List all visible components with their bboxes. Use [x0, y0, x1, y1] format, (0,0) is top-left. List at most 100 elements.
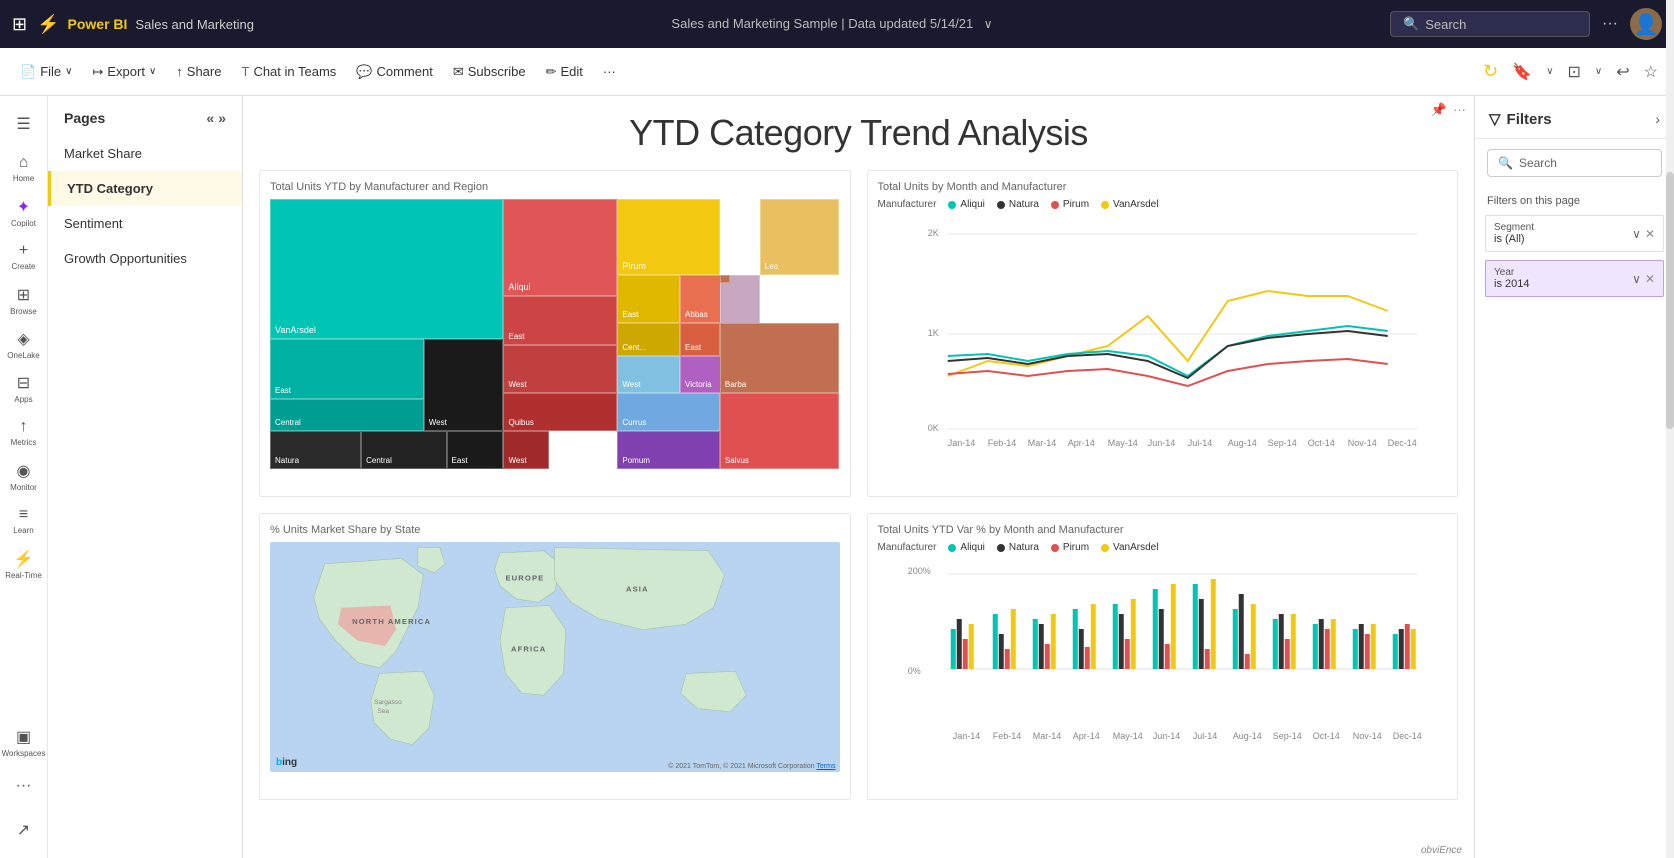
apps-grid-icon[interactable]: ⊞: [12, 14, 27, 35]
tm-natura-main[interactable]: Natura: [270, 431, 361, 469]
collapse-left-icon[interactable]: «: [206, 110, 214, 126]
sidebar-item-apps[interactable]: ⊟ Apps: [4, 368, 44, 408]
tm-quibus-west[interactable]: West: [503, 431, 549, 469]
tm-leo[interactable]: Leo: [760, 199, 840, 275]
sidebar-item-workspaces[interactable]: ▣ Workspaces: [4, 722, 44, 762]
tm-pirum-main[interactable]: Pirum: [617, 199, 720, 275]
canvas-more-icon[interactable]: ···: [1453, 102, 1466, 118]
sidebar-item-onelake[interactable]: ◈ OneLake: [4, 324, 44, 364]
favorite-icon[interactable]: ☆: [1640, 58, 1662, 86]
tm-quibus[interactable]: Quibus: [503, 393, 617, 431]
subscribe-label: Subscribe: [468, 64, 526, 79]
filters-expand-icon[interactable]: ›: [1655, 111, 1660, 127]
chat-teams-button[interactable]: T Chat in Teams: [233, 60, 344, 83]
tm-aliqui-main[interactable]: Aliqui: [503, 199, 617, 296]
filter-year-clear[interactable]: ✕: [1645, 272, 1655, 286]
tm-salvus[interactable]: Salvus: [720, 393, 840, 469]
sidebar-item-monitor[interactable]: ◉ Monitor: [4, 456, 44, 496]
sidebar-item-menu[interactable]: ☰: [4, 104, 44, 144]
tm-pomum[interactable]: Pomum: [617, 431, 720, 469]
tm-currus[interactable]: Currus: [617, 393, 720, 431]
comment-label: Comment: [376, 64, 432, 79]
comment-button[interactable]: 💬 Comment: [348, 60, 441, 84]
sidebar-item-home[interactable]: ⌂ Home: [4, 148, 44, 188]
tm-aliqui-west[interactable]: West: [503, 345, 617, 394]
tm-vanarsdel-west[interactable]: West: [424, 339, 504, 431]
map-terms: © 2021 TomTom, © 2021 Microsoft Corporat…: [668, 763, 835, 770]
tm-vanarsdel-main[interactable]: VanArsdel: [270, 199, 503, 339]
sidebar-item-metrics[interactable]: ↑ Metrics: [4, 412, 44, 452]
report-title: YTD Category Trend Analysis: [259, 112, 1458, 154]
edit-button[interactable]: ✏ Edit: [538, 60, 591, 84]
bar-chart[interactable]: Total Units YTD Var % by Month and Manuf…: [867, 513, 1459, 800]
tm-pirum-central[interactable]: Cent...: [617, 323, 680, 355]
sidebar-item-external[interactable]: ↗: [4, 810, 44, 850]
workspaces-label: Workspaces: [2, 749, 46, 758]
metrics-label: Metrics: [11, 438, 37, 447]
line-chart[interactable]: Total Units by Month and Manufacturer Ma…: [867, 170, 1459, 497]
search-box[interactable]: 🔍 Search: [1390, 11, 1590, 37]
treemap-chart[interactable]: Total Units YTD by Manufacturer and Regi…: [259, 170, 851, 497]
tm-vanarsdel-east[interactable]: East: [270, 339, 424, 398]
realtime-label: Real-Time: [5, 571, 42, 580]
filters-search[interactable]: 🔍 Search: [1487, 149, 1662, 177]
file-button[interactable]: 📄 File ∨: [12, 60, 80, 84]
avatar[interactable]: 👤: [1630, 8, 1662, 40]
subscribe-icon: ✉: [453, 64, 464, 80]
brand: ⚡ Power BI Sales and Marketing: [37, 14, 254, 35]
view-icon[interactable]: ⊡: [1564, 58, 1585, 86]
pin-icon[interactable]: 📌: [1431, 102, 1447, 118]
share-button[interactable]: ↑ Share: [168, 60, 229, 83]
tm-aliqui-east[interactable]: East: [503, 296, 617, 345]
sidebar-item-browse[interactable]: ⊞ Browse: [4, 280, 44, 320]
sidebar-item-realtime[interactable]: ⚡ Real-Time: [4, 544, 44, 584]
more-toolbar-button[interactable]: ···: [595, 60, 624, 83]
refresh-icon[interactable]: ↻: [1479, 57, 1502, 86]
bar-chart-legend: Manufacturer Aliqui Natura Pirum: [878, 542, 1448, 553]
filters-scroll-thumb[interactable]: [1666, 172, 1674, 429]
undo-icon[interactable]: ↩: [1612, 58, 1633, 86]
collapse-right-icon[interactable]: »: [218, 110, 226, 126]
filter-year[interactable]: Year is 2014 ∨ ✕: [1485, 260, 1664, 297]
filters-scrollbar[interactable]: [1666, 96, 1674, 858]
growth-opportunities-label: Growth Opportunities: [64, 251, 187, 266]
menu-icon: ☰: [16, 114, 30, 134]
bookmark-dropdown-icon[interactable]: ∨: [1542, 62, 1557, 81]
realtime-icon: ⚡: [14, 549, 34, 569]
manufacturer-label: Manufacturer: [878, 199, 937, 210]
sidebar-item-growth-opportunities[interactable]: Growth Opportunities: [48, 241, 242, 276]
filter-segment[interactable]: Segment is (All) ∨ ✕: [1485, 215, 1664, 252]
filters-panel: ▽ Filters › 🔍 Search Filters on this pag…: [1474, 96, 1674, 858]
tm-natura-west[interactable]: East: [447, 431, 504, 469]
subscribe-button[interactable]: ✉ Subscribe: [445, 60, 534, 84]
tm-natura-central[interactable]: Central: [361, 431, 446, 469]
sidebar-item-learn[interactable]: ≡ Learn: [4, 500, 44, 540]
tm-pirum-east[interactable]: East: [617, 275, 680, 324]
sidebar-item-create[interactable]: + Create: [4, 236, 44, 276]
view-dropdown-icon[interactable]: ∨: [1591, 62, 1606, 81]
tm-abbas-east[interactable]: East: [680, 323, 720, 355]
sidebar-item-ytd-category[interactable]: YTD Category: [48, 171, 242, 206]
legend-aliqui: Aliqui: [948, 199, 984, 210]
dropdown-icon[interactable]: ∨: [984, 17, 993, 31]
tm-barba[interactable]: [720, 275, 730, 283]
more-nav-icon[interactable]: ···: [1602, 15, 1618, 33]
filter-segment-dropdown[interactable]: ∨: [1632, 227, 1641, 241]
tm-vanarsdel-central[interactable]: Central: [270, 399, 424, 431]
tm-west-light[interactable]: West: [617, 356, 680, 394]
sidebar-item-sentiment[interactable]: Sentiment: [48, 206, 242, 241]
learn-label: Learn: [13, 526, 33, 535]
file-label: File: [40, 64, 61, 79]
sidebar-item-copilot[interactable]: ✦ Copilot: [4, 192, 44, 232]
sidebar-item-more[interactable]: ···: [4, 766, 44, 806]
svg-text:Jun-14: Jun-14: [1147, 438, 1175, 448]
create-label: Create: [11, 262, 35, 271]
map-chart[interactable]: % Units Market Share by State: [259, 513, 851, 800]
tm-barba-main[interactable]: Barba: [720, 323, 840, 393]
export-button[interactable]: ↦ Export ∨: [84, 60, 164, 84]
filter-year-dropdown[interactable]: ∨: [1632, 272, 1641, 286]
pages-panel: Pages « » Market Share YTD Category Sent…: [48, 96, 243, 858]
sidebar-item-market-share[interactable]: Market Share: [48, 136, 242, 171]
bookmark-icon[interactable]: 🔖: [1508, 58, 1536, 86]
filter-segment-clear[interactable]: ✕: [1645, 227, 1655, 241]
